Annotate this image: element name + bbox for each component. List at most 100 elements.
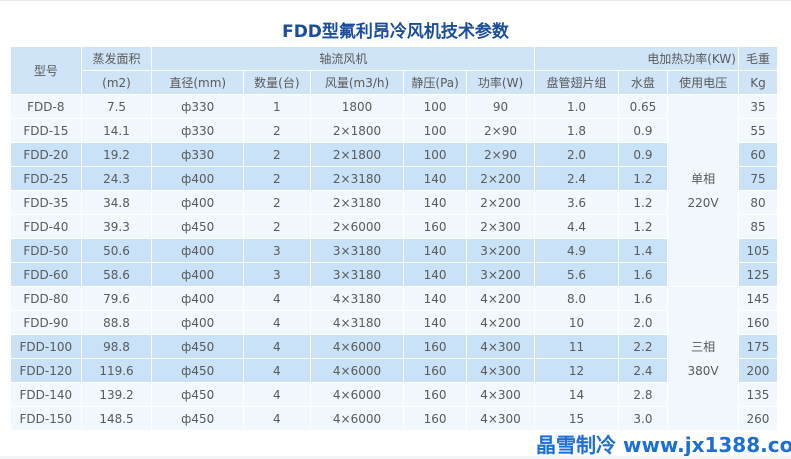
cell-model: FDD-90 — [11, 311, 81, 334]
cell-tray: 1.2 — [618, 167, 668, 190]
header-evap-area: 蒸发面积 — [81, 47, 152, 70]
cell-coil: 5.6 — [535, 263, 618, 286]
cell-pressure: 160 — [404, 335, 466, 358]
cell-model: FDD-80 — [11, 287, 81, 310]
cell-count: 2 — [244, 191, 310, 214]
cell-model: FDD-120 — [11, 359, 81, 382]
cell-pressure: 140 — [404, 191, 466, 214]
cell-diameter: ф400 — [152, 239, 244, 262]
cell-pressure: 100 — [404, 143, 466, 166]
cell-coil: 4.9 — [535, 239, 618, 262]
table-row: FDD-50 50.6 ф400 3 3×3180 140 3×200 4.9 1.4 105 — [11, 239, 777, 262]
cell-power: 2×200 — [466, 167, 535, 190]
cell-count: 4 — [244, 335, 310, 358]
cell-coil: 3.6 — [535, 191, 618, 214]
cell-model: FDD-60 — [11, 263, 81, 286]
header-diameter: 直径(mm) — [152, 71, 244, 94]
header-voltage: 使用电压 — [668, 71, 738, 94]
cell-coil: 1.8 — [535, 119, 618, 142]
cell-pressure: 140 — [404, 287, 466, 310]
cell-coil: 11 — [535, 335, 618, 358]
cell-tray: 3.0 — [618, 407, 668, 430]
cell-model: FDD-15 — [11, 119, 81, 142]
cell-airflow: 1800 — [310, 95, 404, 118]
cell-airflow: 2×3180 — [310, 191, 404, 214]
cell-airflow: 2×1800 — [310, 143, 404, 166]
header-coil: 盘管翅片组 — [535, 71, 618, 94]
cell-pressure: 100 — [404, 95, 466, 118]
header-count: 数量(台) — [244, 71, 310, 94]
cell-voltage-single-phase: 单相 220V — [668, 95, 738, 286]
cell-airflow: 4×6000 — [310, 359, 404, 382]
cell-airflow: 4×3180 — [310, 287, 404, 310]
header-row-2: (m2) 直径(mm) 数量(台) 风量(m3/h) 静压(Pa) 功率(W) … — [11, 71, 777, 94]
cell-model: FDD-8 — [11, 95, 81, 118]
cell-airflow: 4×6000 — [310, 383, 404, 406]
cell-airflow: 2×6000 — [310, 215, 404, 238]
cell-weight: 260 — [738, 407, 777, 430]
cell-weight: 135 — [738, 383, 777, 406]
cell-model: FDD-140 — [11, 383, 81, 406]
cell-airflow: 3×3180 — [310, 263, 404, 286]
table-row: FDD-25 24.3 ф400 2 2×3180 140 2×200 2.4 1.2 75 — [11, 167, 777, 190]
cell-airflow: 2×1800 — [310, 119, 404, 142]
cell-power: 4×200 — [466, 311, 535, 334]
cell-diameter: ф400 — [152, 287, 244, 310]
cell-area: 50.6 — [81, 239, 152, 262]
cell-tray: 1.6 — [618, 287, 668, 310]
cell-pressure: 160 — [404, 215, 466, 238]
header-airflow: 风量(m3/h) — [310, 71, 404, 94]
cell-area: 119.6 — [81, 359, 152, 382]
cell-power: 4×300 — [466, 383, 535, 406]
table-row: FDD-40 39.3 ф450 2 2×6000 160 2×300 4.4 1.2 85 — [11, 215, 777, 238]
cell-airflow: 2×3180 — [310, 167, 404, 190]
table-row: FDD-20 19.2 ф330 2 2×1800 100 2×90 2.0 0.9 60 — [11, 143, 777, 166]
cell-area: 79.6 — [81, 287, 152, 310]
header-model: 型号 — [11, 47, 81, 94]
cell-power: 2×300 — [466, 215, 535, 238]
cell-model: FDD-40 — [11, 215, 81, 238]
cell-tray: 1.6 — [618, 263, 668, 286]
cell-diameter: ф330 — [152, 143, 244, 166]
spec-table: 型号 蒸发面积 轴流风机 电加热功率(KW) 毛重 (m2) 直径(mm) 数量… — [10, 46, 778, 431]
voltage-three-phase-label: 三相 — [691, 339, 716, 354]
cell-weight: 145 — [738, 287, 777, 310]
cell-coil: 10 — [535, 311, 618, 334]
cell-area: 148.5 — [81, 407, 152, 430]
cell-pressure: 160 — [404, 383, 466, 406]
cell-airflow: 4×3180 — [310, 311, 404, 334]
table-row: FDD-15 14.1 ф330 2 2×1800 100 2×90 1.8 0.9 55 — [11, 119, 777, 142]
cell-area: 7.5 — [81, 95, 152, 118]
cell-power: 4×300 — [466, 407, 535, 430]
cell-diameter: ф400 — [152, 311, 244, 334]
cell-diameter: ф450 — [152, 407, 244, 430]
cell-model: FDD-100 — [11, 335, 81, 358]
cell-count: 2 — [244, 215, 310, 238]
voltage-single-phase-value: 220V — [687, 195, 719, 210]
header-evap-unit: (m2) — [81, 71, 152, 94]
cell-tray: 0.9 — [618, 119, 668, 142]
cell-model: FDD-25 — [11, 167, 81, 190]
cell-count: 3 — [244, 263, 310, 286]
cell-power: 3×200 — [466, 239, 535, 262]
cell-airflow: 3×3180 — [310, 239, 404, 262]
page-title: FDD型氟利昂冷风机技术参数 — [282, 22, 509, 42]
cell-tray: 0.9 — [618, 143, 668, 166]
cell-weight: 35 — [738, 95, 777, 118]
header-pressure: 静压(Pa) — [404, 71, 466, 94]
cell-coil: 1.0 — [535, 95, 618, 118]
header-heat-group: 电加热功率(KW) — [535, 47, 738, 70]
cell-weight: 125 — [738, 263, 777, 286]
cell-pressure: 140 — [404, 311, 466, 334]
cell-diameter: ф450 — [152, 359, 244, 382]
cell-area: 14.1 — [81, 119, 152, 142]
cell-diameter: ф400 — [152, 263, 244, 286]
cell-tray: 2.4 — [618, 359, 668, 382]
cell-diameter: ф330 — [152, 95, 244, 118]
table-row: FDD-140 139.2 ф450 4 4×6000 160 4×300 14 2.8 135 — [11, 383, 777, 406]
cell-power: 4×300 — [466, 359, 535, 382]
cell-power: 2×90 — [466, 119, 535, 142]
cell-weight: 60 — [738, 143, 777, 166]
cell-area: 88.8 — [81, 311, 152, 334]
table-row: FDD-100 98.8 ф450 4 4×6000 160 4×300 11 2.2 175 — [11, 335, 777, 358]
